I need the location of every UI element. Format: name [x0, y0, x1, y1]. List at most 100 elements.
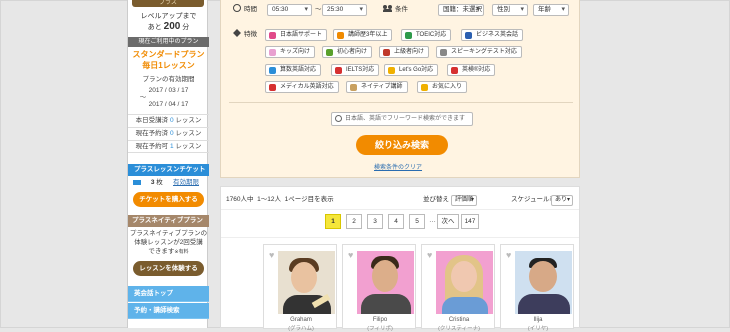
- native-trial-text3-wrap: できます※有料: [128, 247, 209, 257]
- keyword-search-input[interactable]: 日本語、英語でフリーワード検索ができます: [331, 112, 473, 126]
- page-last[interactable]: 147: [461, 214, 479, 229]
- nav-tutor-search[interactable]: 予約・講師検索: [128, 303, 209, 319]
- divider: [221, 209, 579, 210]
- house-icon: [350, 84, 357, 91]
- ticket-count: 3: [150, 179, 155, 186]
- medical-icon: [269, 84, 276, 91]
- tutor-name-kana: (フィリポ): [367, 326, 393, 332]
- feature-beginners[interactable]: 初心者向け: [322, 46, 373, 58]
- tutor-name[interactable]: Ilija: [501, 317, 575, 323]
- time-to-select[interactable]: 25:30: [322, 4, 367, 16]
- time-label-wrap: 時間: [233, 4, 257, 15]
- tutor-card[interactable]: ♥ Graham (グラハム): [263, 244, 338, 332]
- feature-ielts[interactable]: IELTS対応: [331, 64, 380, 76]
- feature-eiken[interactable]: 英検®対応: [447, 64, 496, 76]
- page-3[interactable]: 3: [367, 214, 383, 229]
- page-4[interactable]: 4: [388, 214, 404, 229]
- tutor-photo: [278, 251, 335, 314]
- page-next[interactable]: 次へ: [437, 214, 459, 229]
- conditions-label: 条件: [395, 6, 408, 13]
- lets-go-icon: [388, 67, 395, 74]
- nav-eikaiwa-top[interactable]: 英会話トップ: [128, 286, 209, 302]
- age-select[interactable]: 年齢: [533, 4, 569, 16]
- beginner-icon: [326, 49, 333, 56]
- feature-favorites[interactable]: お気に入り: [417, 81, 468, 93]
- lesson-row-reserved: 現在予約済 0 レッスン: [128, 127, 209, 140]
- native-trial-text3: できます: [148, 248, 175, 255]
- clear-conditions-link[interactable]: 検索条件のクリア: [374, 162, 422, 171]
- japanese-support-icon: [269, 32, 276, 39]
- tutor-card[interactable]: ♥ Cristina (クリスティーナ): [421, 244, 496, 332]
- tutor-card[interactable]: ♥ Ilija (イリヤ): [500, 244, 575, 332]
- business-icon: [465, 32, 472, 39]
- feature-lets-go[interactable]: Let's Go対応: [384, 64, 439, 76]
- sort-select[interactable]: 評価順: [451, 195, 477, 206]
- level-up-prefix: あと: [147, 24, 162, 31]
- time-separator: 〜: [315, 6, 322, 13]
- face: [291, 262, 317, 293]
- tutor-name[interactable]: Filipo: [343, 317, 417, 323]
- level-up-value: 200: [163, 21, 181, 32]
- tutor-name-kana: (グラハム): [288, 326, 314, 332]
- tutor-card[interactable]: ♥ Filipo (フィリポ): [342, 244, 417, 332]
- feature-business[interactable]: ビジネス英会話: [461, 29, 524, 41]
- page-5[interactable]: 5: [409, 214, 425, 229]
- row-label: 現在予約済: [135, 130, 169, 137]
- search-placeholder: 日本語、英語でフリーワード検索ができます: [345, 116, 466, 122]
- time-from-select[interactable]: 05:30: [267, 4, 312, 16]
- tutor-name[interactable]: Cristina: [422, 317, 496, 323]
- tag-label: キッズ向け: [280, 49, 311, 55]
- tag-label: 初心者向け: [337, 49, 368, 55]
- feature-medical[interactable]: メディカル英語対応: [265, 81, 339, 93]
- favorite-heart-icon[interactable]: ♥: [348, 251, 353, 260]
- feature-native[interactable]: ネイティブ講師: [346, 81, 408, 93]
- schedule-select[interactable]: あり: [551, 195, 573, 206]
- row-unit: レッスン: [175, 117, 202, 124]
- tutor-photo: [515, 251, 572, 314]
- feature-math-english[interactable]: 算数英語対応: [265, 64, 322, 76]
- tag-label: ビジネス英会話: [476, 32, 519, 38]
- feature-japanese-support[interactable]: 日本語サポート: [265, 29, 328, 41]
- toeic-icon: [405, 32, 412, 39]
- plan-name-line1: スタンダードプラン: [132, 50, 205, 59]
- results-summary: 1760人中 1〜12人 1ページ目を表示: [226, 195, 334, 205]
- eiken-icon: [451, 67, 458, 74]
- page-1[interactable]: 1: [325, 214, 341, 229]
- feature-toeic[interactable]: TOEIC対応: [401, 29, 452, 41]
- features-label: 特徴: [244, 31, 257, 38]
- gender-select[interactable]: 性別: [492, 4, 528, 16]
- ticket-expiry-link[interactable]: 有効期限: [173, 178, 199, 188]
- tutor-name[interactable]: Graham: [264, 317, 338, 323]
- lesson-row-today: 本日受講済 0 レッスン: [128, 114, 209, 127]
- face: [529, 261, 557, 292]
- features-label-wrap: 特徴: [233, 29, 257, 40]
- valid-period-label: プランの有効期間: [142, 76, 195, 83]
- feature-kids[interactable]: キッズ向け: [265, 46, 316, 58]
- favorite-heart-icon[interactable]: ♥: [506, 251, 511, 260]
- graduation-cap-icon: [383, 49, 390, 56]
- favorite-heart-icon[interactable]: ♥: [269, 251, 274, 260]
- feature-advanced[interactable]: 上級者向け: [379, 46, 430, 58]
- feature-speaking-test[interactable]: スピーキングテスト対応: [436, 46, 522, 58]
- feature-3years-experience[interactable]: 講師歴3年以上: [333, 29, 393, 41]
- page-2[interactable]: 2: [346, 214, 362, 229]
- row-value: 1: [169, 143, 174, 150]
- pagination-ellipsis: …: [429, 217, 436, 224]
- favorite-heart-icon[interactable]: ♥: [427, 251, 432, 260]
- shirt: [442, 297, 488, 314]
- native-trial-button[interactable]: レッスンを体験する: [133, 261, 204, 276]
- nationality-select[interactable]: 国籍：未選択: [438, 4, 484, 16]
- lesson-row-available: 現在予約可 1 レッスン: [128, 140, 209, 153]
- people-icon: [383, 4, 392, 12]
- ticket-unit: 枚: [156, 179, 163, 186]
- shirt: [361, 294, 411, 314]
- plan-name-line2: 毎日1レッスン: [142, 61, 195, 70]
- shirt: [518, 294, 570, 314]
- time-label: 時間: [244, 6, 257, 13]
- narrow-search-button[interactable]: 絞り込み検索: [356, 135, 448, 155]
- row-unit: レッスン: [175, 130, 202, 137]
- ticket-buy-button[interactable]: チケットを購入する: [133, 192, 204, 207]
- clock-icon: [233, 4, 241, 13]
- row-label: 現在予約可: [135, 143, 169, 150]
- sidebar: プラス レベルアップまで あと 200 分 現在ご利用中のプラン スタンダードプ…: [127, 0, 209, 328]
